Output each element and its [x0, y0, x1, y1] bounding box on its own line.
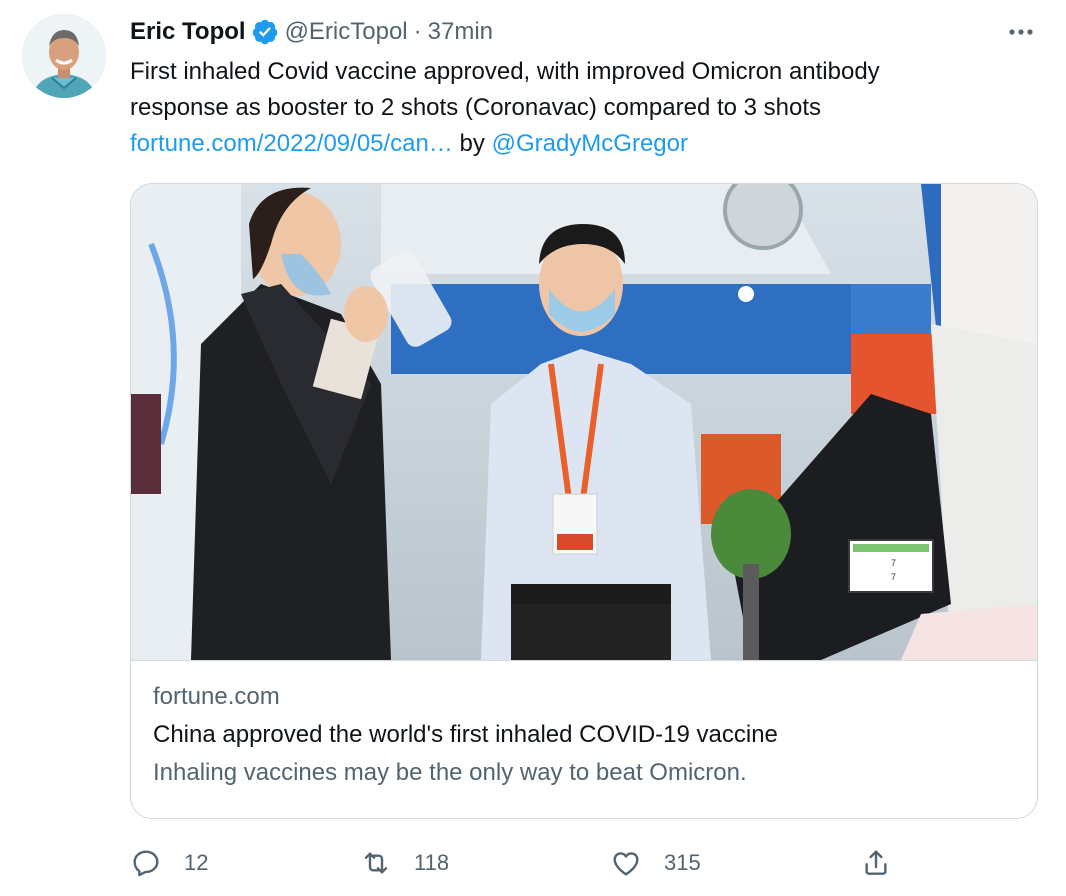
- card-domain: fortune.com: [153, 683, 280, 710]
- reply-icon: [133, 850, 159, 877]
- like-icon: [613, 852, 639, 876]
- separator-dot: ·: [413, 18, 422, 45]
- retweet-count: 118: [414, 850, 450, 875]
- tweet-timestamp[interactable]: 37min: [428, 18, 493, 46]
- tweet-actions: 12 118 315: [130, 843, 1038, 883]
- tweet-header: Eric Topol @EricTopol · 37min: [130, 14, 493, 50]
- avatar[interactable]: [22, 14, 106, 98]
- verified-badge-icon: [252, 19, 277, 45]
- mention-link[interactable]: @GradyMcGregor: [492, 130, 688, 157]
- tweet-text-line-2: response as booster to 2 shots (Coronava…: [130, 94, 822, 121]
- link-preview-card[interactable]: 7 7 fortune.com China approved the world…: [130, 183, 1038, 819]
- kiosk-screen-number-1: 7: [891, 558, 896, 568]
- author-handle[interactable]: @EricTopol: [285, 18, 408, 46]
- share-icon: [865, 850, 887, 875]
- tweet-text: First inhaled Covid vaccine approved, wi…: [130, 54, 1030, 162]
- tweet-text-line-1: First inhaled Covid vaccine approved, wi…: [130, 58, 880, 85]
- card-body[interactable]: fortune.com China approved the world's f…: [131, 660, 1037, 818]
- retweet-button[interactable]: 118: [360, 843, 449, 883]
- author-name[interactable]: Eric Topol: [130, 18, 246, 46]
- article-link[interactable]: fortune.com/2022/09/05/can…: [130, 130, 453, 157]
- card-title: China approved the world's first inhaled…: [153, 721, 778, 748]
- like-count: 315: [664, 850, 701, 875]
- share-button[interactable]: [860, 843, 892, 883]
- card-description: Inhaling vaccines may be the only way to…: [153, 759, 747, 786]
- reply-button[interactable]: 12: [130, 843, 208, 883]
- retweet-icon: [364, 852, 388, 874]
- by-label: by: [459, 130, 485, 157]
- more-options-icon[interactable]: [1006, 22, 1036, 42]
- kiosk-screen-number-2: 7: [891, 572, 896, 582]
- avatar-image: [22, 14, 106, 98]
- reply-count: 12: [184, 850, 209, 875]
- article-photo: 7 7: [131, 184, 1037, 660]
- like-button[interactable]: 315: [610, 843, 701, 883]
